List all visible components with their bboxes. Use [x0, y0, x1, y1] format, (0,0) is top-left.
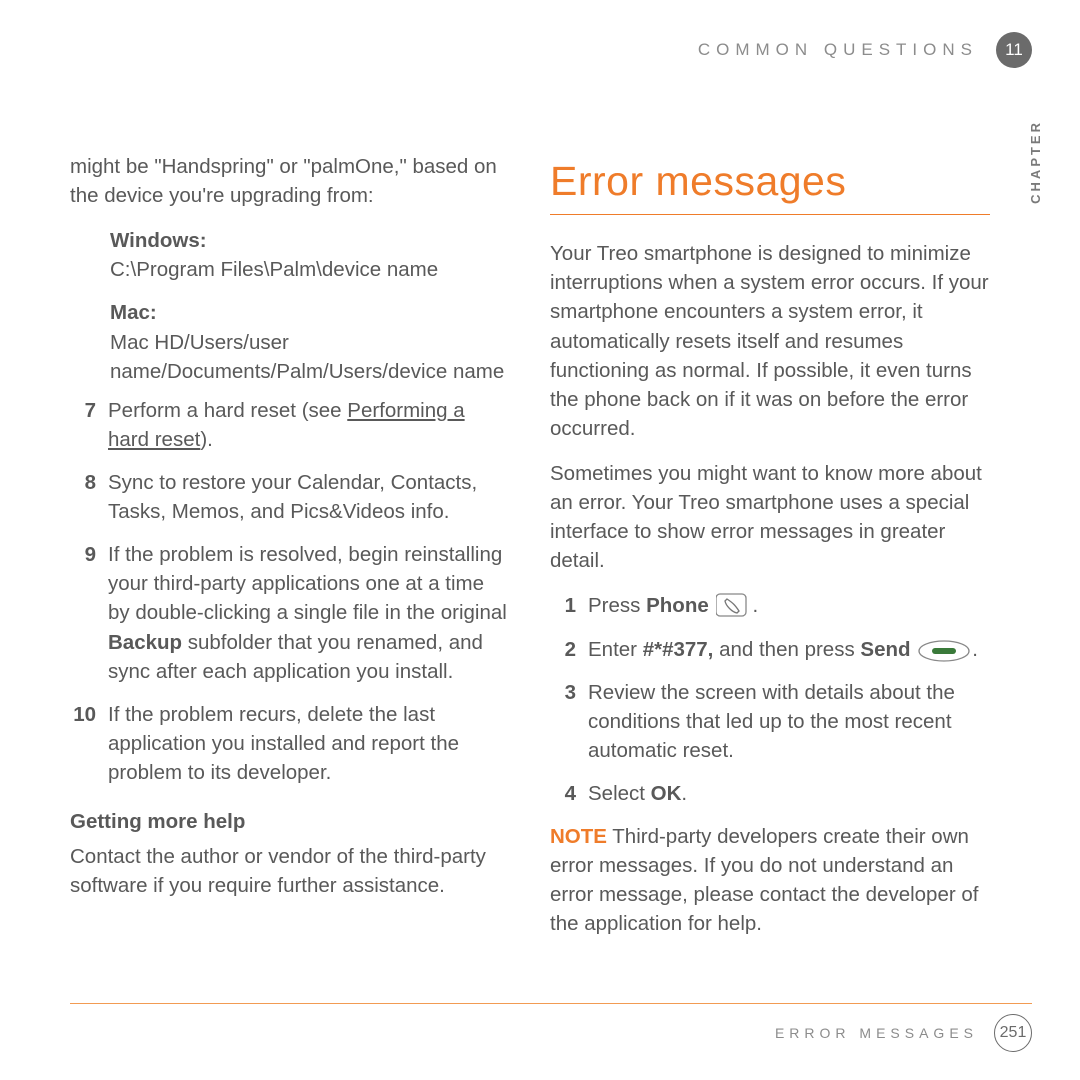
phone-keyword: Phone — [646, 594, 709, 617]
step-7-text-a: Perform a hard reset (see — [108, 399, 347, 422]
step-body: If the problem is resolved, begin reinst… — [108, 540, 510, 686]
step-7: 7 Perform a hard reset (see Performing a… — [70, 396, 510, 454]
step-1-text-a: Press — [588, 594, 646, 617]
step-body: Perform a hard reset (see Performing a h… — [108, 396, 510, 454]
left-column: might be "Handspring" or "palmOne," base… — [70, 152, 510, 955]
intro-text: might be "Handspring" or "palmOne," base… — [70, 152, 510, 210]
breadcrumb: COMMON QUESTIONS — [698, 40, 978, 60]
page-number-badge: 251 — [994, 1014, 1032, 1052]
windows-path-a: C:\Program Files\Palm\ — [110, 258, 322, 281]
step-body: If the problem recurs, delete the last a… — [108, 700, 510, 787]
step-2-text-a: Enter — [588, 638, 643, 661]
note-label: NOTE — [550, 825, 607, 848]
mac-path: Mac HD/Users/user name/Documents/Palm/Us… — [110, 328, 510, 386]
section-title: Error messages — [550, 152, 990, 210]
error-intro-2: Sometimes you might want to know more ab… — [550, 459, 990, 575]
ok-keyword: OK — [651, 782, 682, 805]
getting-more-help-body: Contact the author or vendor of the thir… — [70, 842, 510, 900]
windows-label: Windows: — [110, 229, 207, 252]
note-body: Third-party developers create their own … — [550, 825, 978, 935]
step-7-text-c: ). — [200, 428, 213, 451]
dial-code: #*#377, — [643, 638, 714, 661]
footer-row: ERROR MESSAGES 251 — [70, 1014, 1032, 1052]
footer-section-label: ERROR MESSAGES — [775, 1025, 978, 1041]
step-2-text-c: and then press — [713, 638, 860, 661]
space — [911, 638, 917, 661]
step-body: Review the screen with details about the… — [588, 678, 990, 765]
step-9-text-a: If the problem is resolved, begin reinst… — [108, 543, 507, 624]
step-4-text-a: Select — [588, 782, 651, 805]
step-body: Sync to restore your Calendar, Contacts,… — [108, 468, 510, 526]
step-number: 7 — [70, 396, 96, 454]
send-keyword: Send — [860, 638, 910, 661]
error-intro-1: Your Treo smartphone is designed to mini… — [550, 239, 990, 443]
period: . — [972, 638, 978, 661]
right-column: Error messages Your Treo smartphone is d… — [550, 152, 990, 955]
step-3: 3 Review the screen with details about t… — [550, 678, 990, 765]
step-2: 2 Enter #*#377, and then press Send . — [550, 635, 990, 664]
device-name-placeholder: device name — [322, 258, 438, 281]
step-number: 9 — [70, 540, 96, 686]
step-number: 1 — [550, 591, 576, 620]
title-rule — [550, 214, 990, 215]
step-number: 2 — [550, 635, 576, 664]
send-button-icon — [918, 640, 970, 662]
mac-label: Mac: — [110, 301, 157, 324]
step-9: 9 If the problem is resolved, begin rein… — [70, 540, 510, 686]
step-10: 10 If the problem recurs, delete the las… — [70, 700, 510, 787]
step-4: 4 Select OK. — [550, 779, 990, 808]
mac-block: Mac: Mac HD/Users/user name/Documents/Pa… — [110, 298, 510, 385]
content-columns: might be "Handspring" or "palmOne," base… — [70, 152, 1030, 955]
getting-more-help-heading: Getting more help — [70, 807, 510, 836]
device-name-placeholder-2: device name — [388, 360, 504, 383]
step-number: 10 — [70, 700, 96, 787]
header: COMMON QUESTIONS 11 — [70, 32, 1032, 68]
phone-icon — [716, 592, 750, 618]
footer: ERROR MESSAGES 251 — [70, 1003, 1032, 1052]
note-block: NOTE Third-party developers create their… — [550, 822, 990, 938]
page: COMMON QUESTIONS 11 CHAPTER might be "Ha… — [0, 0, 1080, 1080]
step-8: 8 Sync to restore your Calendar, Contact… — [70, 468, 510, 526]
step-1: 1 Press Phone . — [550, 591, 990, 620]
step-body: Enter #*#377, and then press Send . — [588, 635, 990, 664]
step-number: 3 — [550, 678, 576, 765]
mac-path-a: Mac HD/Users/ — [110, 331, 249, 354]
step-body: Select OK. — [588, 779, 990, 808]
period: . — [681, 782, 687, 805]
space — [709, 594, 715, 617]
windows-block: Windows: C:\Program Files\Palm\device na… — [110, 226, 510, 284]
footer-rule — [70, 1003, 1032, 1004]
chapter-label-vertical: CHAPTER — [1028, 120, 1043, 204]
mac-path-c: /Documents/Palm/Users/ — [161, 360, 388, 383]
chapter-number-badge: 11 — [996, 32, 1032, 68]
period: . — [752, 594, 758, 617]
step-body: Press Phone . — [588, 591, 990, 620]
step-number: 4 — [550, 779, 576, 808]
windows-path: C:\Program Files\Palm\device name — [110, 255, 510, 284]
step-number: 8 — [70, 468, 96, 526]
backup-keyword: Backup — [108, 631, 182, 654]
